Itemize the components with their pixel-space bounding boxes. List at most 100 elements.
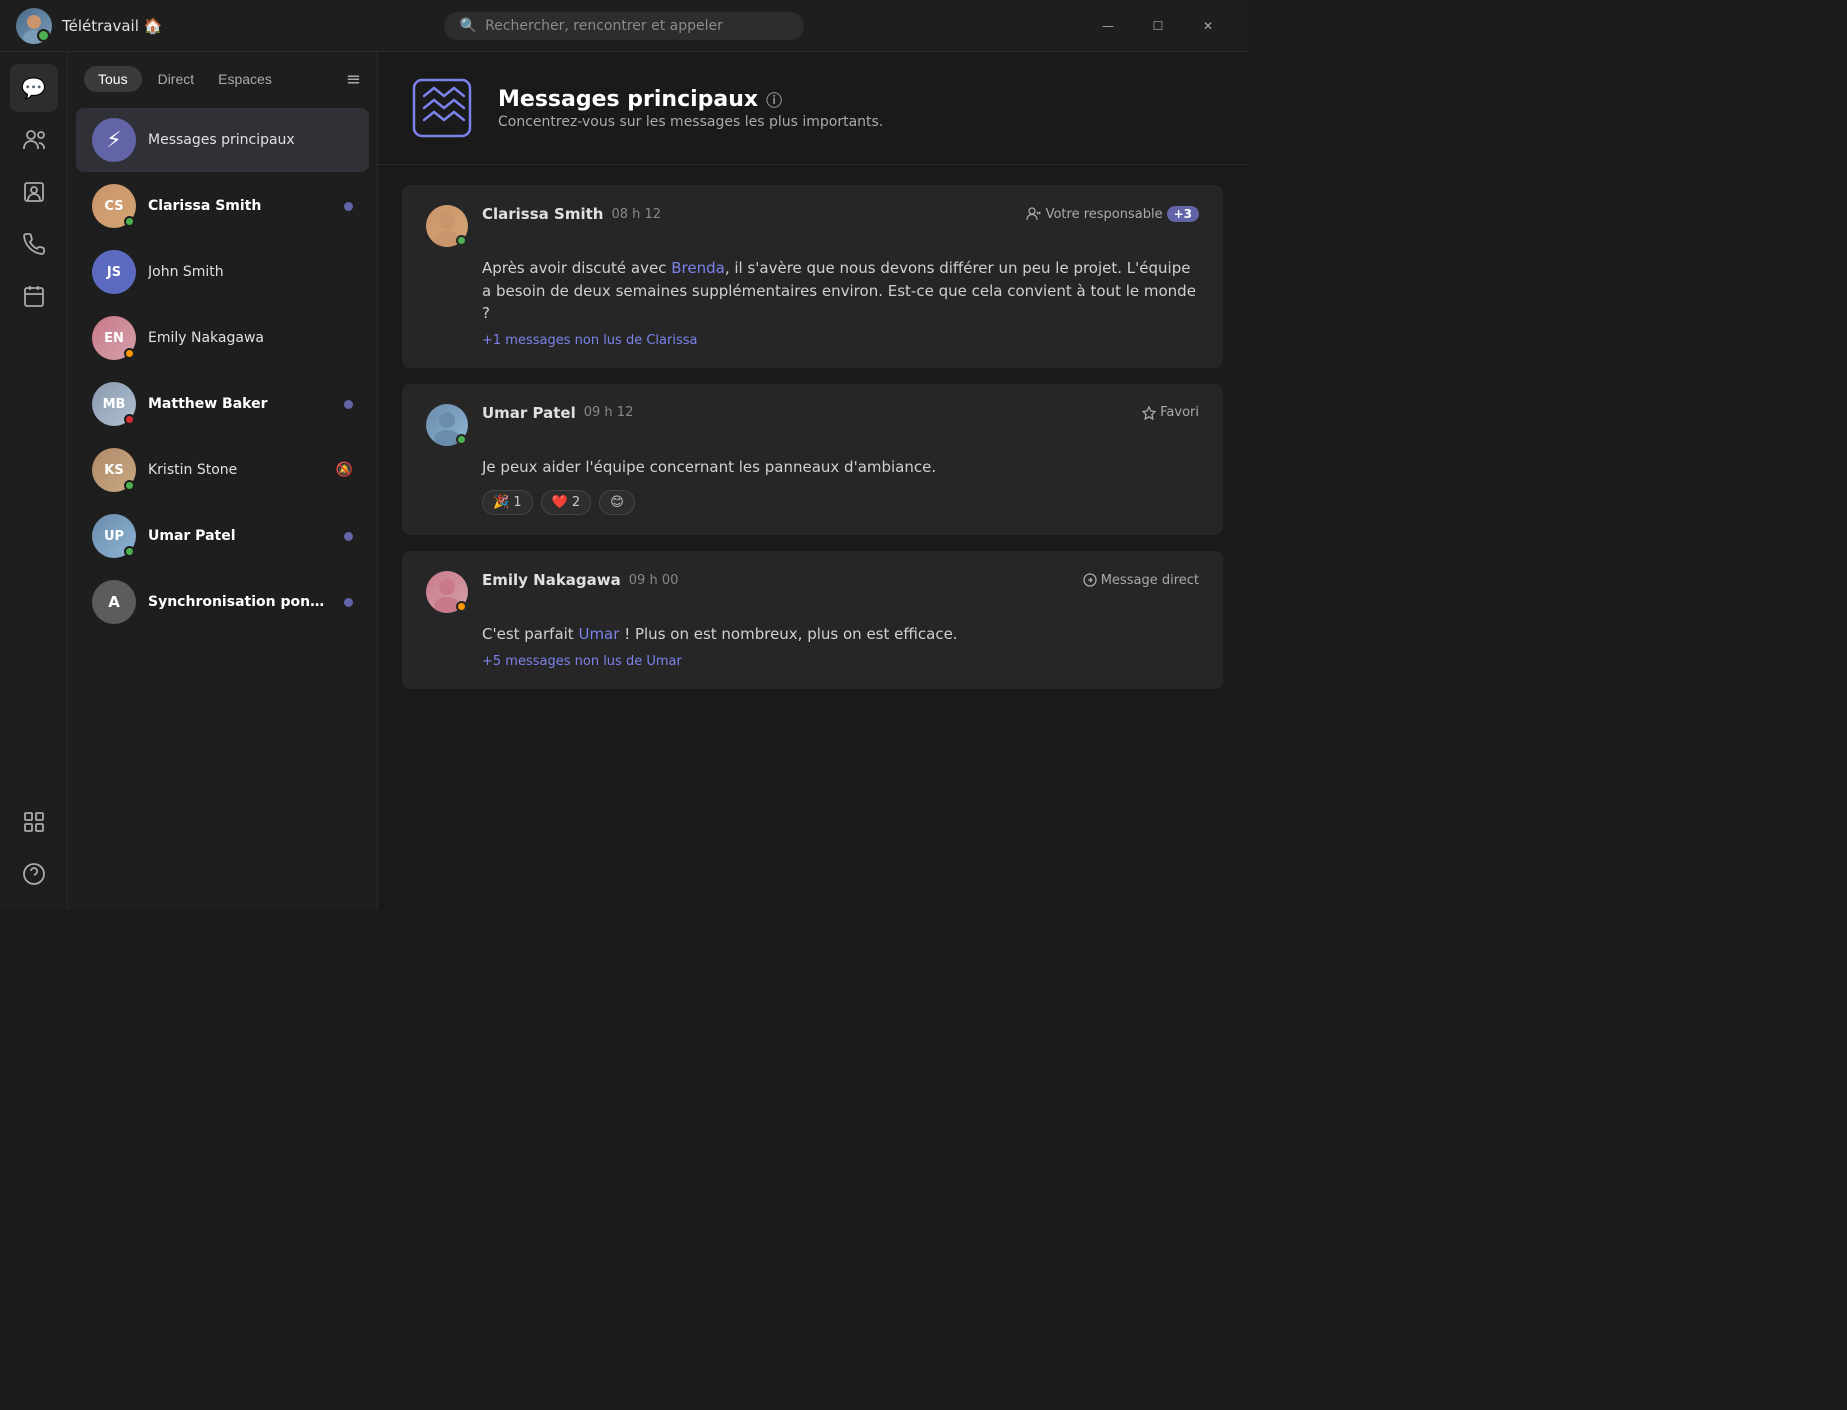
msg-avatar-emily xyxy=(426,571,468,613)
chat-item-name: John Smith xyxy=(148,264,353,280)
chat-avatar-john: JS xyxy=(92,250,136,294)
msg-badge-row: Votre responsable +3 xyxy=(1026,206,1199,222)
chat-item-matthew-baker[interactable]: MB Matthew Baker xyxy=(76,372,369,436)
channel-info: Messages principaux ⓘ Concentrez-vous su… xyxy=(498,87,883,130)
msg-sender: Emily Nakagawa xyxy=(482,571,621,589)
chat-item-info: Kristin Stone xyxy=(148,462,324,478)
chat-items-list: ⚡ Messages principaux CS Clarissa Smith xyxy=(68,106,377,910)
sidebar-item-people[interactable] xyxy=(10,116,58,164)
channel-title-text: Messages principaux xyxy=(498,87,758,112)
unread-indicator xyxy=(344,400,353,409)
message-header: Emily Nakagawa 09 h 00 Message direct xyxy=(426,571,1199,613)
chat-avatar-kristin: KS xyxy=(92,448,136,492)
chat-item-synchronisation-ponctuelle[interactable]: A Synchronisation ponctuelle xyxy=(76,570,369,634)
title-bar: Télétravail 🏠 🔍 Rechercher, rencontrer e… xyxy=(0,0,1247,52)
close-button[interactable]: ✕ xyxy=(1185,10,1231,42)
chat-item-info: John Smith xyxy=(148,264,353,280)
unread-note-emily: +5 messages non lus de Umar xyxy=(482,654,1199,669)
chat-avatar-emily: EN xyxy=(92,316,136,360)
mention-brenda: Brenda xyxy=(671,259,725,277)
msg-text-emily: C'est parfait Umar ! Plus on est nombreu… xyxy=(482,623,1199,646)
direct-message-button[interactable]: Message direct xyxy=(1083,573,1199,588)
main-content: Messages principaux ⓘ Concentrez-vous su… xyxy=(378,52,1247,910)
channel-icon xyxy=(406,72,478,144)
chat-item-info: Messages principaux xyxy=(148,132,353,148)
sidebar-item-calendar[interactable] xyxy=(10,272,58,320)
msg-time: 09 h 00 xyxy=(629,573,679,588)
chat-item-emily-nakagawa[interactable]: EN Emily Nakagawa xyxy=(76,306,369,370)
badge-label: Votre responsable xyxy=(1046,207,1163,222)
chat-item-info: Emily Nakagawa xyxy=(148,330,353,346)
msg-text-umar: Je peux aider l'équipe concernant les pa… xyxy=(482,456,1199,479)
search-bar[interactable]: 🔍 Rechercher, rencontrer et appeler xyxy=(444,12,804,40)
filter-direct-button[interactable]: Direct xyxy=(150,66,203,92)
status-busy-indicator xyxy=(124,414,135,425)
chat-item-name: Kristin Stone xyxy=(148,462,324,478)
dm-label: Message direct xyxy=(1101,573,1199,588)
message-header: Umar Patel 09 h 12 Favori xyxy=(426,404,1199,446)
avatar-status-online xyxy=(456,235,467,246)
msg-meta: Clarissa Smith 08 h 12 xyxy=(482,205,1199,223)
sidebar-item-help[interactable] xyxy=(10,850,58,898)
chat-item-name: Synchronisation ponctuelle xyxy=(148,594,332,610)
channel-title: Messages principaux ⓘ xyxy=(498,87,883,112)
msg-sender-row: Clarissa Smith 08 h 12 xyxy=(482,205,1199,223)
chat-item-info: Synchronisation ponctuelle xyxy=(148,594,332,610)
messages-container: Clarissa Smith 08 h 12 xyxy=(378,165,1247,910)
message-card-umar: Umar Patel 09 h 12 Favori xyxy=(402,384,1223,536)
reaction-heart[interactable]: ❤️ 2 xyxy=(541,490,592,515)
filter-all-button[interactable]: Tous xyxy=(84,66,142,92)
sidebar-item-apps[interactable] xyxy=(10,798,58,846)
chat-item-messages-principaux[interactable]: ⚡ Messages principaux xyxy=(76,108,369,172)
app-avatar xyxy=(16,8,52,44)
status-away-indicator xyxy=(124,348,135,359)
msg-avatar-clarissa xyxy=(426,205,468,247)
mention-umar: Umar xyxy=(578,625,619,643)
msg-avatar-umar xyxy=(426,404,468,446)
chat-item-clarissa-smith[interactable]: CS Clarissa Smith xyxy=(76,174,369,238)
msg-meta: Emily Nakagawa 09 h 00 Message direct xyxy=(482,571,1199,589)
sidebar-item-contacts[interactable] xyxy=(10,168,58,216)
msg-sender: Umar Patel xyxy=(482,404,576,422)
chat-item-name: Matthew Baker xyxy=(148,396,332,412)
message-header: Clarissa Smith 08 h 12 xyxy=(426,205,1199,247)
badge-count: +3 xyxy=(1167,206,1199,222)
unread-indicator xyxy=(344,598,353,607)
avatar-status-away xyxy=(456,601,467,612)
chat-item-john-smith[interactable]: JS John Smith xyxy=(76,240,369,304)
chat-item-kristin-stone[interactable]: KS Kristin Stone 🔕 xyxy=(76,438,369,502)
reaction-party[interactable]: 🎉 1 xyxy=(482,490,533,515)
filter-more-icon[interactable]: ≡ xyxy=(346,69,361,90)
msg-sender-info: Clarissa Smith 08 h 12 xyxy=(482,205,661,223)
main-layout: 💬 xyxy=(0,52,1247,910)
filter-spaces-button[interactable]: Espaces xyxy=(210,66,280,92)
avatar-status-online xyxy=(456,434,467,445)
chat-avatar-umar: UP xyxy=(92,514,136,558)
minimize-button[interactable]: — xyxy=(1085,10,1131,42)
channel-header: Messages principaux ⓘ Concentrez-vous su… xyxy=(378,52,1247,165)
sidebar-item-calls[interactable] xyxy=(10,220,58,268)
avatar-image xyxy=(16,8,52,44)
msg-sender: Clarissa Smith xyxy=(482,205,603,223)
mute-icon: 🔕 xyxy=(336,462,353,478)
message-card-clarissa: Clarissa Smith 08 h 12 xyxy=(402,185,1223,368)
msg-sender-info: Umar Patel 09 h 12 xyxy=(482,404,633,422)
chat-avatar-synchronisation: A xyxy=(92,580,136,624)
sidebar-item-chat[interactable]: 💬 xyxy=(10,64,58,112)
icon-sidebar: 💬 xyxy=(0,52,68,910)
msg-sender-row: Umar Patel 09 h 12 Favori xyxy=(482,404,1199,422)
msg-time: 09 h 12 xyxy=(584,405,634,420)
chat-list-panel: Tous Direct Espaces ≡ ⚡ Messages princip… xyxy=(68,52,378,910)
favorite-button[interactable]: Favori xyxy=(1142,405,1199,420)
reaction-smile[interactable]: 😊 xyxy=(599,490,635,515)
chat-item-info: Umar Patel xyxy=(148,528,332,544)
chat-item-umar-patel[interactable]: UP Umar Patel xyxy=(76,504,369,568)
unread-note-clarissa: +1 messages non lus de Clarissa xyxy=(482,333,1199,348)
unread-indicator xyxy=(344,532,353,541)
maximize-button[interactable]: ☐ xyxy=(1135,10,1181,42)
info-icon[interactable]: ⓘ xyxy=(766,87,782,111)
status-online-indicator xyxy=(124,216,135,227)
reactions-row: 🎉 1 ❤️ 2 😊 xyxy=(482,490,1199,515)
responsable-badge: Votre responsable +3 xyxy=(1026,206,1199,222)
title-left: Télétravail 🏠 xyxy=(16,8,162,44)
